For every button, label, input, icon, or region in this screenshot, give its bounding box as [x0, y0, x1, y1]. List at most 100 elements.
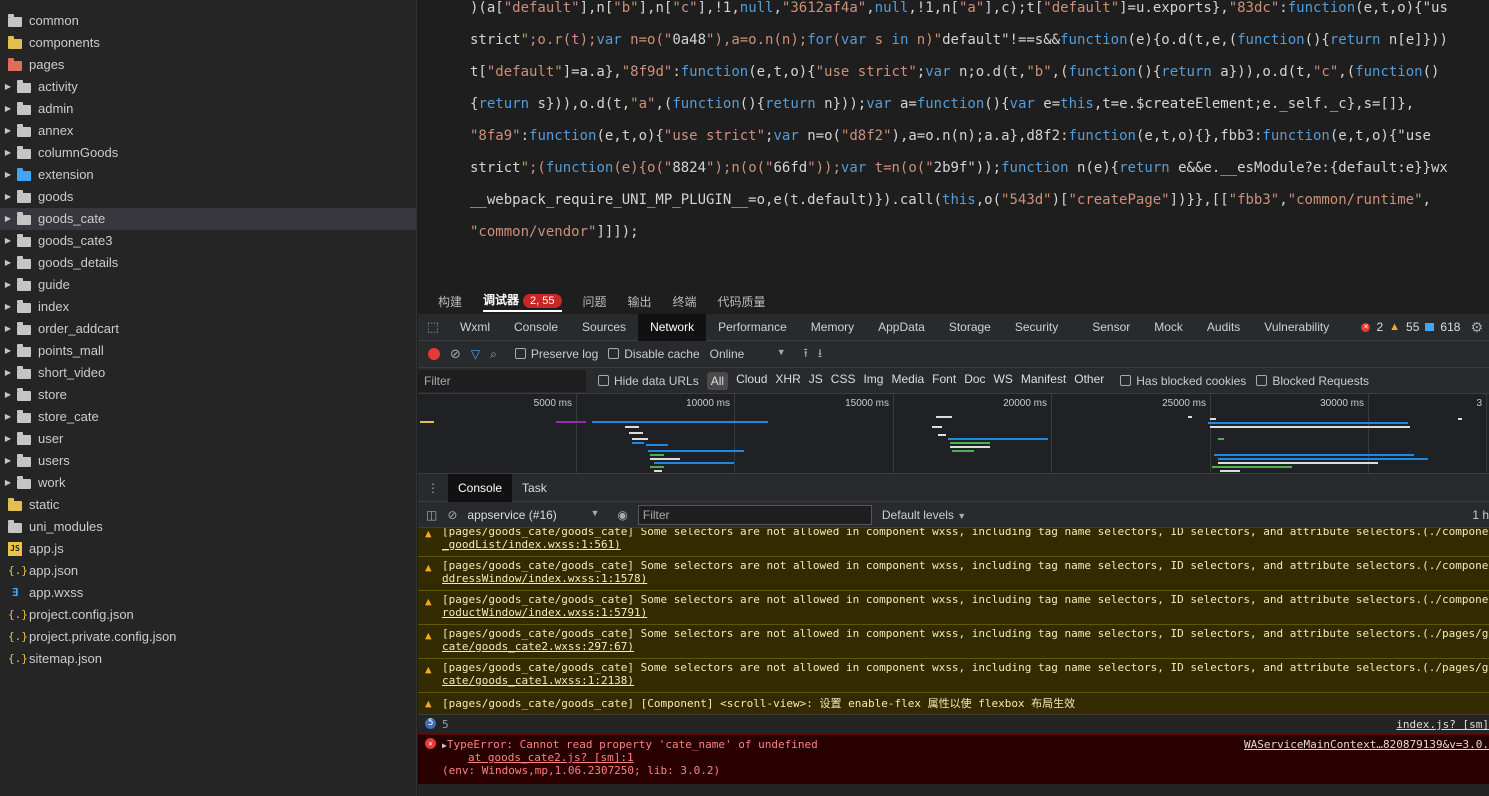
- tree-item[interactable]: static: [0, 494, 416, 516]
- tree-item[interactable]: ▶ annex: [0, 120, 416, 142]
- chevron-right-icon[interactable]: ▶: [3, 230, 13, 252]
- tree-item[interactable]: ▶ points_mall: [0, 340, 416, 362]
- chevron-right-icon[interactable]: ▶: [3, 450, 13, 472]
- resource-type-filter[interactable]: Font: [932, 372, 956, 390]
- devtools-tab[interactable]: Vulnerability: [1252, 314, 1341, 341]
- devtools-tab[interactable]: Memory: [799, 314, 866, 341]
- drawer-tab[interactable]: Task: [512, 474, 557, 502]
- chevron-right-icon[interactable]: ▶: [3, 296, 13, 318]
- eye-icon[interactable]: ◉: [617, 508, 627, 522]
- chevron-right-icon[interactable]: ▶: [3, 274, 13, 296]
- tree-item[interactable]: ▶ guide: [0, 274, 416, 296]
- resource-type-filter[interactable]: CSS: [831, 372, 856, 390]
- console-prompt[interactable]: ›: [418, 788, 1489, 791]
- network-overview-timeline[interactable]: 5000 ms 10000 ms 15000 ms 20000 ms 25000 ms 3…: [418, 394, 1489, 474]
- console-warning[interactable]: ▲ [pages/goods_cate/goods_cate] [Componen…: [418, 692, 1489, 714]
- tree-item[interactable]: ▶ store_cate: [0, 406, 416, 428]
- devtools-tab[interactable]: AppData: [866, 314, 937, 341]
- inspect-element-icon[interactable]: ⬚: [418, 319, 448, 335]
- devtools-tab[interactable]: Wxml: [448, 314, 502, 341]
- console-warning[interactable]: ▲ [pages/goods_cate/goods_cate] Some sele…: [418, 624, 1489, 658]
- issue-counts[interactable]: ✕ 2 ▲ 55 618 ⚙: [1361, 319, 1489, 336]
- export-har-icon[interactable]: ⭳: [818, 344, 822, 365]
- sidebar-toggle-icon[interactable]: ◫: [426, 508, 437, 522]
- chevron-right-icon[interactable]: ▶: [3, 362, 13, 384]
- chevron-right-icon[interactable]: ▶: [3, 428, 13, 450]
- panel-tab[interactable]: 调试器 2, 55: [483, 291, 562, 312]
- blocked-requests-checkbox[interactable]: Blocked Requests: [1256, 374, 1369, 388]
- tree-item[interactable]: ▶ goods_cate3: [0, 230, 416, 252]
- chevron-right-icon[interactable]: ▶: [3, 384, 13, 406]
- console-message-source-link[interactable]: cate/goods_cate1.wxss:1:2138): [442, 674, 1489, 687]
- devtools-tab[interactable]: Sources: [570, 314, 638, 341]
- tree-item[interactable]: components: [0, 32, 416, 54]
- panel-tab[interactable]: 输出: [628, 293, 652, 310]
- console-filter-input[interactable]: Filter: [637, 504, 872, 525]
- log-levels-select[interactable]: Default levels ▼: [882, 508, 966, 522]
- console-message-source-link[interactable]: ddressWindow/index.wxss:1:1578): [442, 572, 1489, 585]
- tree-item[interactable]: ▶ user: [0, 428, 416, 450]
- import-har-icon[interactable]: ⭱: [804, 344, 808, 365]
- panel-tab[interactable]: 终端: [673, 293, 697, 310]
- settings-gear-icon[interactable]: ⚙: [1470, 319, 1483, 336]
- tree-item[interactable]: ▶ activity: [0, 76, 416, 98]
- devtools-tab[interactable]: Network: [638, 313, 707, 341]
- clear-console-icon[interactable]: ⊘: [447, 508, 457, 522]
- console-message-source-link[interactable]: cate/goods_cate2.wxss:297:67): [442, 640, 1489, 653]
- devtools-tab[interactable]: Audits: [1195, 314, 1252, 341]
- tree-item[interactable]: ▶ order_addcart: [0, 318, 416, 340]
- tree-item[interactable]: ▶ admin: [0, 98, 416, 120]
- tree-item[interactable]: {.} sitemap.json: [0, 648, 416, 670]
- tree-item[interactable]: {.} project.config.json: [0, 604, 416, 626]
- filter-funnel-icon[interactable]: ▽: [471, 347, 480, 361]
- tree-item[interactable]: pages: [0, 54, 416, 76]
- tree-item[interactable]: ▶ goods: [0, 186, 416, 208]
- tree-item[interactable]: {.} app.json: [0, 560, 416, 582]
- tree-item[interactable]: ▶ short_video: [0, 362, 416, 384]
- chevron-right-icon[interactable]: ▶: [3, 120, 13, 142]
- tree-item[interactable]: ▶ store: [0, 384, 416, 406]
- tree-item[interactable]: ▶ goods_details: [0, 252, 416, 274]
- panel-tab[interactable]: 问题: [583, 293, 607, 310]
- resource-type-filter[interactable]: WS: [994, 372, 1013, 390]
- devtools-tab[interactable]: Sensor: [1080, 314, 1142, 341]
- panel-tab[interactable]: 代码质量: [718, 293, 766, 310]
- error-stack-frame[interactable]: at goods_cate2.js? [sm]:1: [468, 751, 634, 764]
- drawer-menu-icon[interactable]: ⋮: [418, 481, 448, 495]
- tree-item[interactable]: ∃ app.wxss: [0, 582, 416, 604]
- chevron-right-icon[interactable]: ▶: [3, 208, 13, 230]
- resource-type-filter[interactable]: XHR: [775, 372, 800, 390]
- chevron-right-icon[interactable]: ▶: [3, 318, 13, 340]
- tree-item[interactable]: JS app.js: [0, 538, 416, 560]
- console-message-source-link[interactable]: roductWindow/index.wxss:1:5791): [442, 606, 1489, 619]
- resource-type-filter[interactable]: Img: [863, 372, 883, 390]
- panel-tab[interactable]: 构建: [438, 293, 462, 310]
- tree-item[interactable]: common: [0, 10, 416, 32]
- drawer-tab[interactable]: Console: [448, 473, 513, 502]
- console-warning[interactable]: ▲ [pages/goods_cate/goods_cate] Some sele…: [418, 658, 1489, 692]
- console-warning[interactable]: ▲ [pages/goods_cate/goods_cate] Some sele…: [418, 556, 1489, 590]
- tree-item[interactable]: uni_modules: [0, 516, 416, 538]
- resource-type-filter[interactable]: Manifest: [1021, 372, 1066, 390]
- resource-type-filter[interactable]: All: [706, 371, 729, 390]
- devtools-tab[interactable]: Performance: [706, 314, 799, 341]
- chevron-right-icon[interactable]: ▶: [3, 406, 13, 428]
- tree-item[interactable]: ▶ index: [0, 296, 416, 318]
- chevron-right-icon[interactable]: ▶: [3, 164, 13, 186]
- chevron-right-icon[interactable]: ▶: [3, 472, 13, 494]
- disable-cache-checkbox[interactable]: Disable cache: [608, 347, 700, 361]
- devtools-tab[interactable]: Security: [1003, 314, 1070, 341]
- throttle-select[interactable]: Online ▼: [710, 347, 786, 361]
- console-warning[interactable]: ▲ [pages/goods_cate/goods_cate] Some sele…: [418, 590, 1489, 624]
- devtools-tab[interactable]: Storage: [937, 314, 1003, 341]
- resource-type-filter[interactable]: JS: [809, 372, 823, 390]
- tree-item[interactable]: ▶ users: [0, 450, 416, 472]
- tree-item[interactable]: {.} project.private.config.json: [0, 626, 416, 648]
- code-editor[interactable]: )(a["default"],n["b"],n["c"],!1,null,"36…: [418, 0, 1489, 288]
- error-source-link[interactable]: WAServiceMainContext…820879139&v=3.0.: [1244, 738, 1489, 751]
- tree-item[interactable]: ▶ goods_cate: [0, 208, 416, 230]
- console-group-row[interactable]: 5 5 index.js? [sm]: [418, 714, 1489, 734]
- console-warning[interactable]: ▲ [pages/goods_cate/goods_cate] Some sele…: [418, 528, 1489, 556]
- devtools-tab[interactable]: Console: [502, 314, 570, 341]
- tree-item[interactable]: ▶ work: [0, 472, 416, 494]
